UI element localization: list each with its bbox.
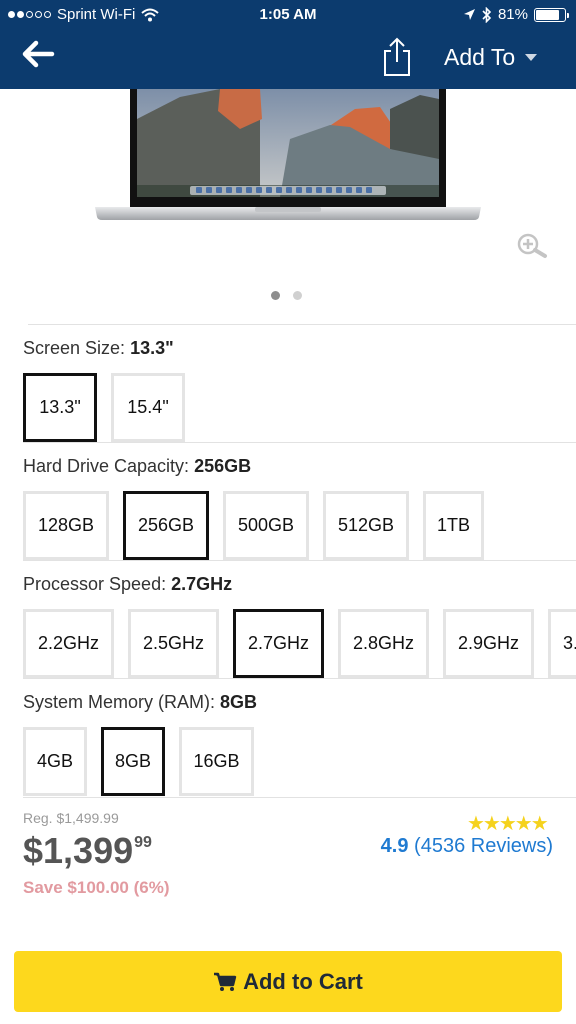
- share-icon: [384, 37, 410, 76]
- divider: [23, 560, 576, 561]
- option-hdd-256gb[interactable]: 256GB: [123, 491, 209, 560]
- hard-drive-selected: 256GB: [194, 456, 252, 476]
- memory-label-text: System Memory (RAM):: [23, 692, 216, 712]
- divider: [23, 442, 576, 443]
- app-header: Sprint Wi-Fi 1:05 AM 81% Add To: [0, 0, 576, 89]
- battery-icon: [534, 7, 569, 22]
- product-image[interactable]: [90, 89, 486, 229]
- option-hdd-1tb[interactable]: 1TB: [423, 491, 484, 560]
- add-to-cart-button[interactable]: Add to Cart: [14, 951, 562, 1012]
- hard-drive-options: 128GB 256GB 500GB 512GB 1TB: [23, 491, 484, 560]
- screen-size-options: 13.3" 15.4": [23, 373, 185, 442]
- zoom-in-icon: [517, 233, 547, 258]
- location-arrow-icon: [463, 9, 475, 20]
- battery-percent: 81%: [497, 6, 528, 23]
- option-cpu-2-9ghz[interactable]: 2.9GHz: [443, 609, 534, 678]
- memory-label: System Memory (RAM): 8GB: [23, 692, 257, 713]
- bluetooth-icon: [482, 6, 492, 23]
- option-hdd-512gb[interactable]: 512GB: [323, 491, 409, 560]
- option-cpu-2-8ghz[interactable]: 2.8GHz: [338, 609, 429, 678]
- option-hdd-128gb[interactable]: 128GB: [23, 491, 109, 560]
- option-ram-16gb[interactable]: 16GB: [179, 727, 254, 796]
- review-count: (4536 Reviews): [414, 835, 553, 857]
- divider: [28, 324, 576, 325]
- option-hdd-500gb[interactable]: 500GB: [223, 491, 309, 560]
- share-button[interactable]: [380, 36, 414, 78]
- processor-selected: 2.7GHz: [171, 574, 233, 594]
- screen-size-label: Screen Size: 13.3": [23, 338, 174, 359]
- processor-label-text: Processor Speed:: [23, 574, 167, 594]
- option-cpu-2-7ghz[interactable]: 2.7GHz: [233, 609, 324, 678]
- cart-icon: [214, 972, 237, 991]
- savings-text: Save $100.00 (6%): [23, 878, 170, 897]
- status-right: 81%: [463, 6, 569, 23]
- status-bar: Sprint Wi-Fi 1:05 AM 81%: [0, 0, 576, 30]
- hard-drive-label-text: Hard Drive Capacity:: [23, 456, 190, 476]
- star-rating-icon: ★★★★★: [467, 813, 549, 835]
- price-dollars: $1,399: [23, 830, 134, 871]
- price-cents: 99: [134, 834, 152, 851]
- pager-dot[interactable]: [271, 291, 280, 300]
- carousel-pager: [271, 291, 302, 300]
- zoom-button[interactable]: [516, 232, 550, 260]
- back-arrow-icon: [22, 40, 55, 68]
- laptop-image: [95, 89, 481, 220]
- chevron-down-icon: [525, 54, 538, 61]
- processor-options: 2.2GHz 2.5GHz 2.7GHz 2.8GHz 2.9GHz 3.: [23, 609, 576, 678]
- option-ram-8gb[interactable]: 8GB: [101, 727, 165, 796]
- back-button[interactable]: [20, 38, 60, 74]
- sale-price: $1,39999: [23, 830, 152, 872]
- add-to-menu[interactable]: Add To: [444, 44, 538, 71]
- option-screen-13-3[interactable]: 13.3": [23, 373, 97, 442]
- screen-size-label-text: Screen Size:: [23, 338, 126, 358]
- regular-price: Reg. $1,499.99: [23, 810, 119, 826]
- rating-value: 4.9: [380, 835, 409, 857]
- option-cpu-2-5ghz[interactable]: 2.5GHz: [128, 609, 219, 678]
- memory-selected: 8GB: [220, 692, 258, 712]
- option-ram-4gb[interactable]: 4GB: [23, 727, 87, 796]
- hard-drive-label: Hard Drive Capacity: 256GB: [23, 456, 251, 477]
- divider: [23, 678, 576, 679]
- option-cpu-2-2ghz[interactable]: 2.2GHz: [23, 609, 114, 678]
- screen-size-selected: 13.3": [130, 338, 174, 358]
- memory-options: 4GB 8GB 16GB: [23, 727, 254, 796]
- option-screen-15-4[interactable]: 15.4": [111, 373, 185, 442]
- divider: [23, 797, 576, 798]
- pager-dot[interactable]: [293, 291, 302, 300]
- add-to-cart-label: Add to Cart: [243, 968, 363, 994]
- option-cpu-3-partial[interactable]: 3.: [548, 609, 576, 678]
- add-to-label: Add To: [444, 44, 516, 70]
- rating-link[interactable]: 4.9 (4536 Reviews): [381, 835, 553, 858]
- processor-label: Processor Speed: 2.7GHz: [23, 574, 232, 595]
